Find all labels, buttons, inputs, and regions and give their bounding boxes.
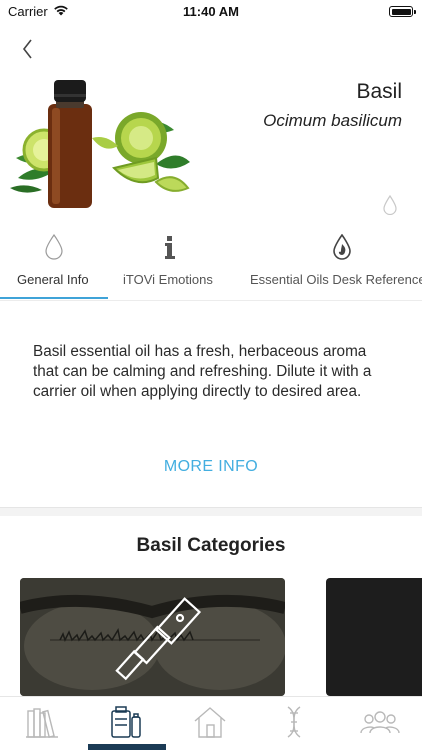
bottom-tab-bar xyxy=(0,696,422,750)
dna-icon xyxy=(287,706,301,738)
info-icon xyxy=(165,236,175,259)
info-tabs: General Info iTOVi Emotions Essential Oi… xyxy=(0,230,422,300)
category-card[interactable] xyxy=(20,578,285,696)
more-info-button[interactable]: MORE INFO xyxy=(0,458,422,476)
drop-outline-icon[interactable] xyxy=(382,195,398,215)
categories-title: Basil Categories xyxy=(136,535,286,556)
clock: 11:40 AM xyxy=(183,4,239,19)
nav-active-indicator xyxy=(88,744,166,750)
oil-description: Basil essential oil has a fresh, herbace… xyxy=(33,343,372,401)
home-icon xyxy=(194,707,226,738)
nav-home[interactable] xyxy=(168,697,252,750)
oil-product-image xyxy=(10,80,190,208)
active-tab-indicator xyxy=(0,297,108,299)
tab-itovi-emotions[interactable]: iTOVi Emotions xyxy=(118,230,228,300)
battery-icon xyxy=(389,6,416,17)
community-icon xyxy=(360,711,400,734)
nav-oils[interactable] xyxy=(84,697,168,750)
status-bar: Carrier 11:40 AM xyxy=(0,0,422,24)
drop-flame-icon xyxy=(333,234,351,260)
oil-name: Basil xyxy=(356,80,402,103)
back-button[interactable] xyxy=(14,36,42,64)
nav-library[interactable] xyxy=(0,697,84,750)
tab-essential-oils-desk-reference[interactable]: Essential Oils Desk Reference xyxy=(250,230,422,300)
drop-outline-icon xyxy=(45,234,63,260)
tab-label: Essential Oils Desk Reference xyxy=(250,272,422,287)
section-divider xyxy=(0,507,422,516)
oils-catalog-icon xyxy=(111,706,141,738)
nav-dna[interactable] xyxy=(252,697,336,750)
chevron-left-icon xyxy=(22,39,32,59)
tab-label: General Info xyxy=(17,272,89,287)
divider xyxy=(0,300,422,301)
category-card[interactable] xyxy=(326,578,422,696)
tab-general-info[interactable]: General Info xyxy=(0,230,108,300)
tab-label: iTOVi Emotions xyxy=(123,272,213,287)
library-books-icon xyxy=(26,708,58,738)
oil-latin-name: Ocimum basilicum xyxy=(263,111,402,130)
glasses-telescope-image xyxy=(20,578,285,696)
nav-community[interactable] xyxy=(336,697,420,750)
